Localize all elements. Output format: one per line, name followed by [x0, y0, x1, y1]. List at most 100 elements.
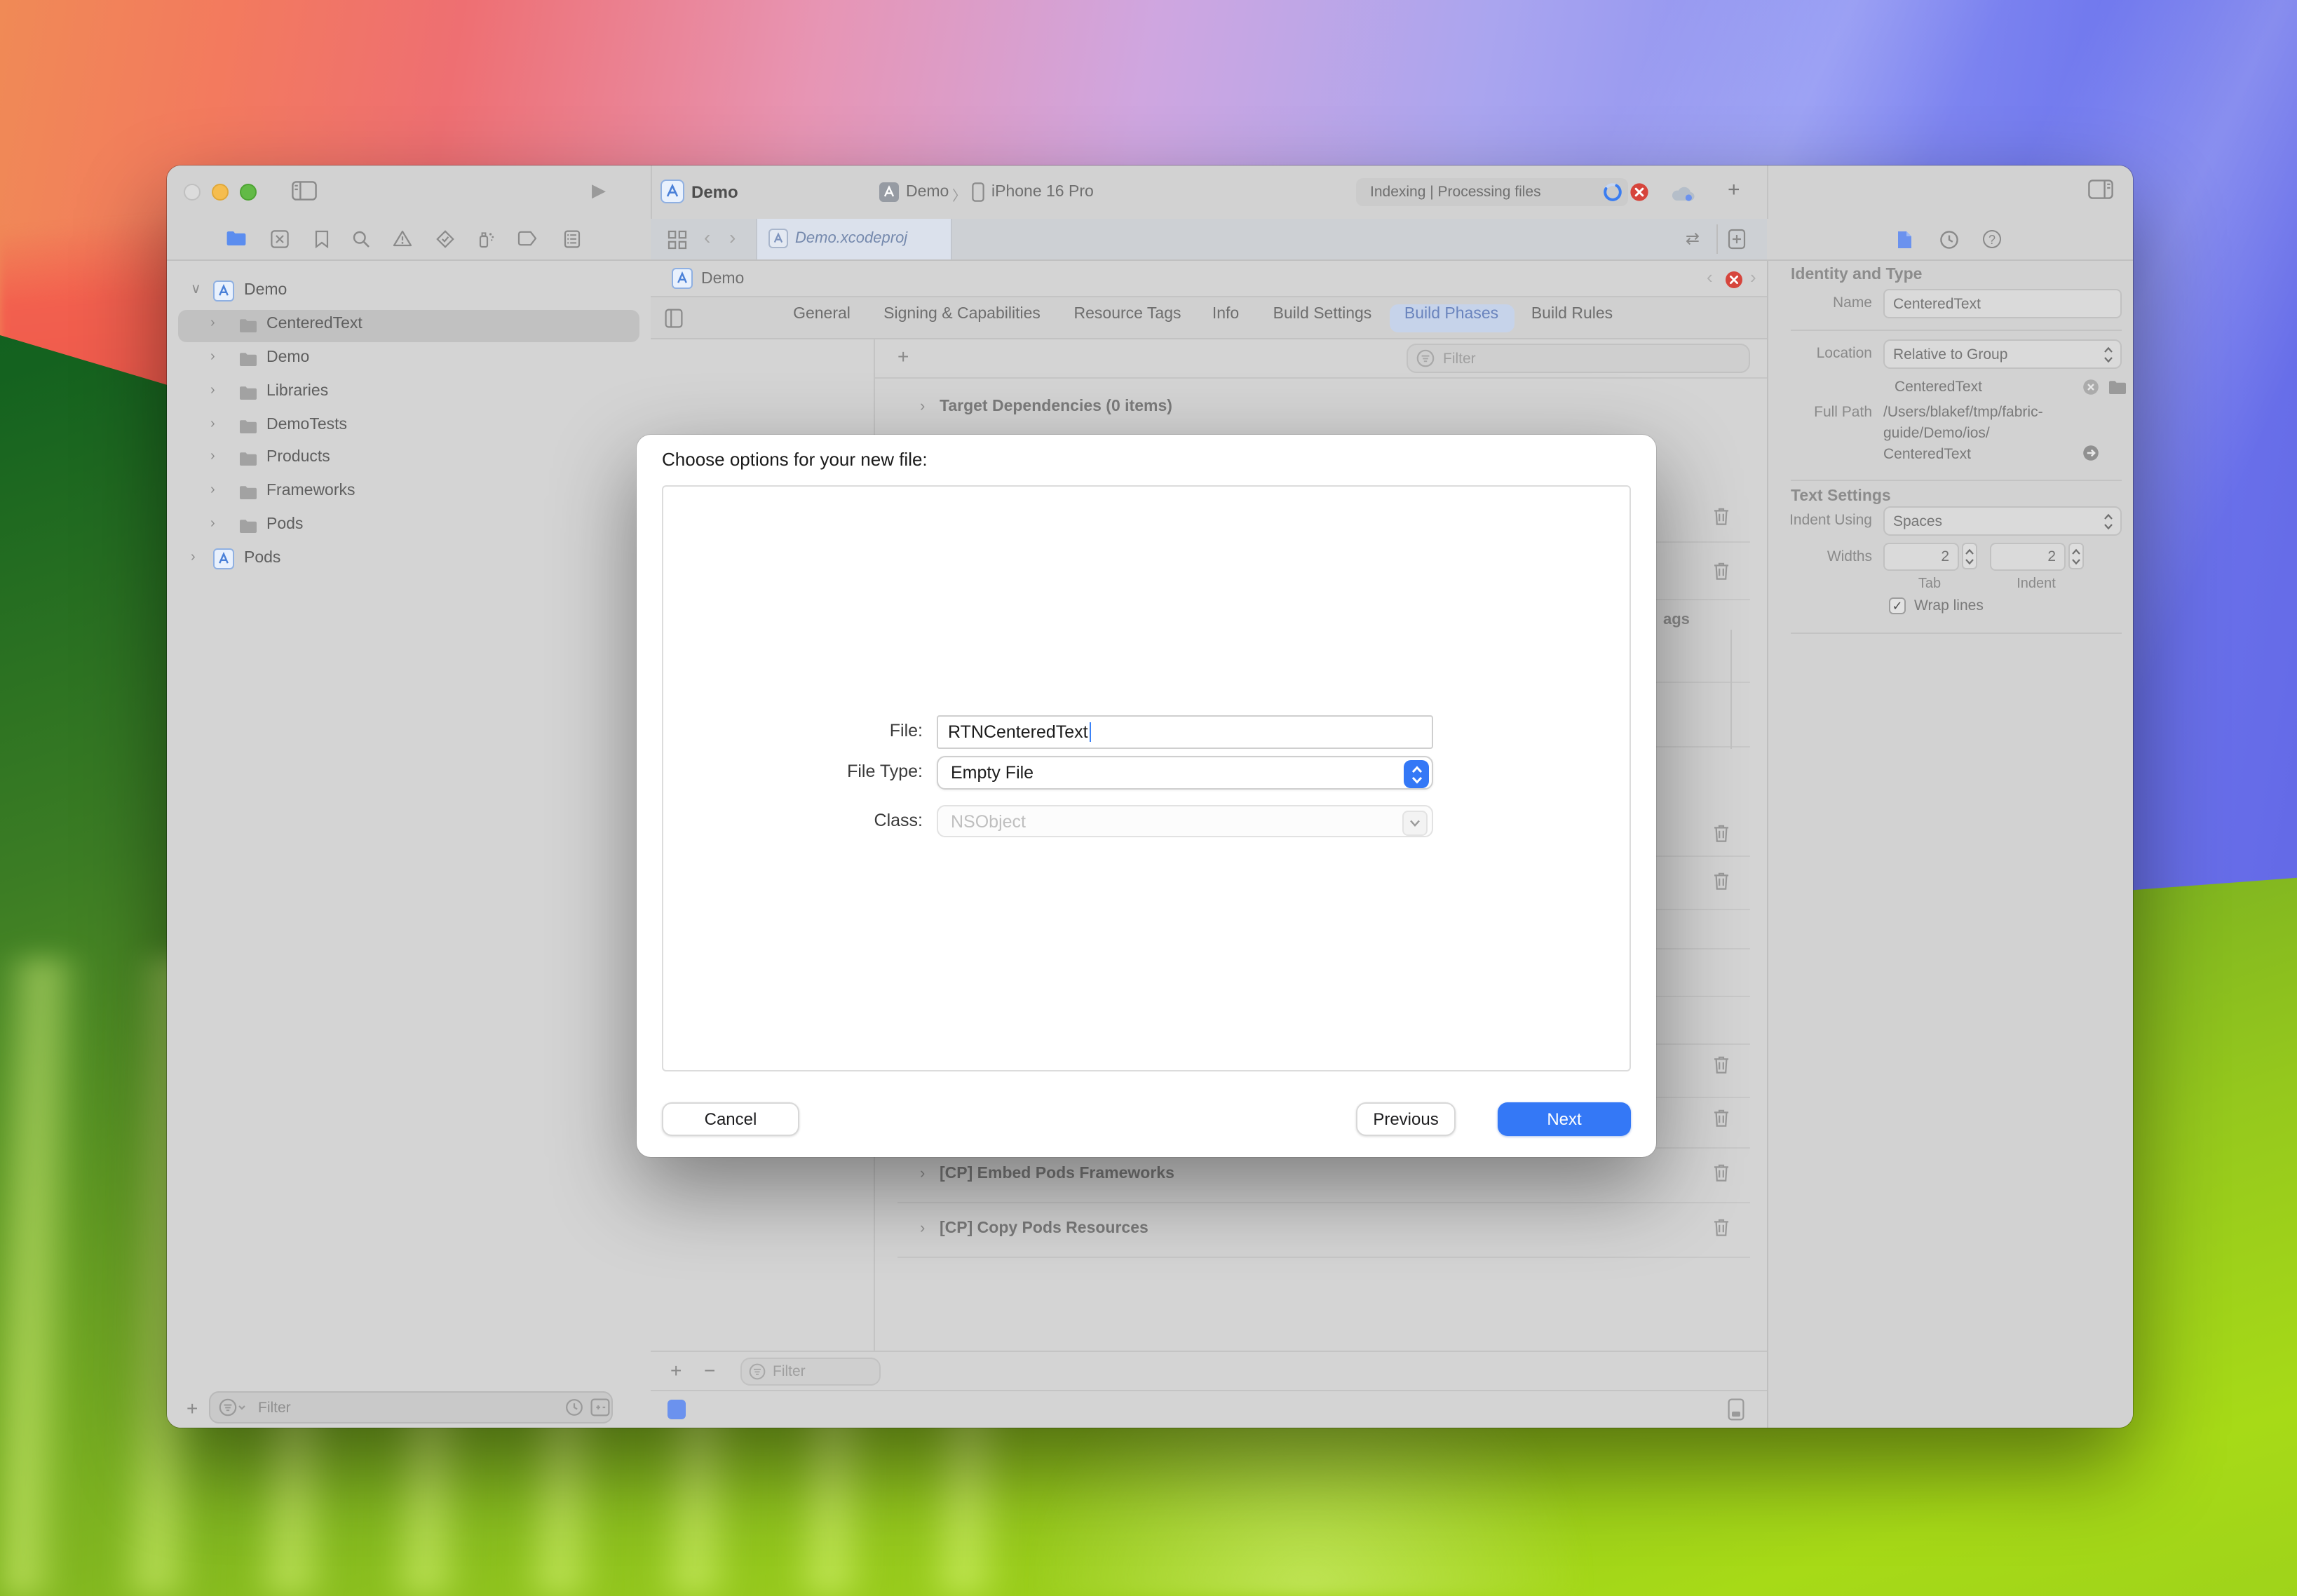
build-phase-copy-pods[interactable]: › [CP] Copy Pods Resources	[875, 1215, 1767, 1248]
navigator-item-demotests[interactable]: › DemoTests	[167, 411, 651, 443]
recent-files-clock-icon[interactable]	[565, 1398, 583, 1416]
delete-build-phase-button[interactable]	[1712, 1163, 1730, 1182]
class-combobox[interactable]: NSObject	[937, 805, 1433, 837]
navigator-item-pods-project[interactable]: › Pods	[167, 544, 651, 576]
disclosure-icon[interactable]: ›	[191, 550, 196, 565]
tab-build-rules[interactable]: Build Rules	[1531, 306, 1613, 323]
tab-resource-tags[interactable]: Resource Tags	[1074, 306, 1181, 323]
build-phase-embed-pods[interactable]: › [CP] Embed Pods Frameworks	[875, 1160, 1767, 1193]
location-popup[interactable]: Relative to Group	[1883, 339, 2122, 369]
navigator-filter-field[interactable]: Filter	[209, 1391, 613, 1423]
test-navigator-icon[interactable]	[436, 230, 454, 248]
close-window-button[interactable]	[184, 184, 201, 201]
zoom-window-button[interactable]	[240, 184, 257, 201]
run-destination[interactable]: iPhone 16 Pro	[991, 184, 1094, 201]
history-inspector-icon[interactable]	[1939, 230, 1959, 250]
name-field[interactable]: CenteredText	[1883, 289, 2122, 318]
tab-build-settings[interactable]: Build Settings	[1273, 306, 1372, 323]
add-editor-pane-icon[interactable]	[1728, 229, 1746, 250]
build-error-badge-icon[interactable]	[1629, 182, 1649, 202]
cancel-button[interactable]: Cancel	[662, 1102, 799, 1136]
cloud-status-icon[interactable]	[1670, 184, 1695, 202]
clear-location-icon[interactable]	[2082, 379, 2099, 395]
open-path-arrow-icon[interactable]	[2082, 445, 2099, 461]
tab-signing-capabilities[interactable]: Signing & Capabilities	[883, 306, 1041, 323]
simulator-device-icon[interactable]	[1728, 1398, 1744, 1421]
project-navigator-icon[interactable]	[226, 230, 247, 247]
navigator-item-libraries[interactable]: › Libraries	[167, 377, 651, 410]
editor-tab[interactable]: Demo.xcodeproj	[756, 219, 952, 259]
tab-width-field[interactable]: 2	[1883, 543, 1959, 571]
find-navigator-icon[interactable]	[352, 230, 370, 248]
tab-info[interactable]: Info	[1212, 306, 1239, 323]
issue-navigator-icon[interactable]	[393, 230, 412, 247]
scm-status-filter-icon[interactable]	[590, 1398, 610, 1416]
bookmarks-navigator-icon[interactable]	[314, 230, 330, 248]
disclosure-icon[interactable]: ›	[920, 398, 925, 415]
report-navigator-icon[interactable]	[564, 230, 581, 248]
add-editor-plus-button[interactable]: +	[1728, 178, 1740, 202]
add-build-phase-button[interactable]: +	[897, 345, 909, 367]
disclosure-icon[interactable]: ›	[210, 383, 215, 398]
source-control-navigator-icon[interactable]	[271, 230, 289, 248]
disclosure-icon[interactable]: ›	[210, 316, 215, 331]
targets-filter-field[interactable]: Filter	[740, 1358, 881, 1386]
choose-folder-icon[interactable]	[2108, 379, 2127, 395]
navigator-item-centeredtext[interactable]: › CenteredText	[167, 310, 651, 342]
related-items-icon[interactable]	[668, 230, 687, 250]
delete-build-phase-button[interactable]	[1712, 1108, 1730, 1128]
breakpoint-navigator-icon[interactable]	[517, 230, 537, 247]
swap-editor-icon[interactable]: ⇄	[1686, 229, 1700, 248]
breadcrumb[interactable]: Demo	[701, 271, 744, 288]
disclosure-icon[interactable]: ›	[210, 349, 215, 365]
navigator-item-products[interactable]: › Products	[167, 443, 651, 475]
indent-using-popup[interactable]: Spaces	[1883, 506, 2122, 536]
navigator-item-frameworks[interactable]: › Frameworks	[167, 477, 651, 509]
navigator-item-demo-folder[interactable]: › Demo	[167, 344, 651, 376]
delete-build-phase-button[interactable]	[1712, 871, 1730, 891]
issue-back-icon[interactable]: ‹	[1707, 266, 1713, 288]
disclosure-icon[interactable]: ›	[210, 449, 215, 464]
debug-navigator-icon[interactable]	[477, 230, 495, 248]
tab-general[interactable]: General	[793, 306, 851, 323]
minimize-window-button[interactable]	[212, 184, 229, 201]
navigator-item-demo-project[interactable]: ∨ Demo	[167, 276, 651, 309]
build-phase-target-dependencies[interactable]: › Target Dependencies (0 items)	[875, 393, 1767, 426]
scheme-name[interactable]: Demo	[906, 184, 949, 201]
add-target-button[interactable]: +	[670, 1359, 682, 1381]
tab-build-phases[interactable]: Build Phases	[1404, 306, 1498, 323]
indent-width-stepper[interactable]	[2068, 543, 2084, 569]
tab-width-stepper[interactable]	[1962, 543, 1977, 569]
file-type-popup[interactable]: Empty File	[937, 756, 1433, 790]
file-name-input[interactable]: RTNCenteredText	[937, 715, 1433, 749]
run-button[interactable]: ▶	[592, 180, 606, 202]
next-button[interactable]: Next	[1498, 1102, 1631, 1136]
issue-forward-icon[interactable]: ›	[1750, 266, 1756, 288]
disclosure-icon[interactable]: ›	[210, 482, 215, 498]
help-inspector-icon[interactable]: ?	[1983, 230, 2001, 248]
delete-build-phase-button[interactable]	[1712, 1217, 1730, 1237]
disclosure-icon[interactable]: ›	[920, 1165, 925, 1182]
indent-width-field[interactable]: 2	[1990, 543, 2066, 571]
previous-button[interactable]: Previous	[1356, 1102, 1456, 1136]
disclosure-icon[interactable]: ›	[920, 1220, 925, 1237]
editor-sidebar-toggle-icon[interactable]	[665, 309, 683, 328]
toggle-navigator-icon[interactable]	[290, 180, 318, 202]
navigator-item-pods-folder[interactable]: › Pods	[167, 510, 651, 543]
file-inspector-icon[interactable]	[1896, 230, 1913, 250]
wrap-lines-checkbox[interactable]: ✓	[1889, 597, 1906, 614]
delete-build-phase-button[interactable]	[1712, 561, 1730, 581]
disclosure-icon[interactable]: ›	[210, 516, 215, 532]
delete-build-phase-button[interactable]	[1712, 506, 1730, 526]
delete-build-phase-button[interactable]	[1712, 823, 1730, 843]
issue-error-badge-icon[interactable]	[1725, 271, 1743, 289]
build-phases-filter-field[interactable]: Filter	[1407, 344, 1750, 373]
go-back-icon[interactable]: ‹	[704, 226, 710, 248]
toggle-inspector-icon[interactable]	[2088, 180, 2113, 199]
delete-build-phase-button[interactable]	[1712, 1055, 1730, 1074]
go-forward-icon[interactable]: ›	[729, 226, 736, 248]
add-file-button[interactable]: +	[187, 1397, 198, 1419]
disclosure-icon[interactable]: ∨	[191, 282, 201, 297]
remove-target-button[interactable]: −	[704, 1359, 715, 1381]
disclosure-icon[interactable]: ›	[210, 417, 215, 432]
